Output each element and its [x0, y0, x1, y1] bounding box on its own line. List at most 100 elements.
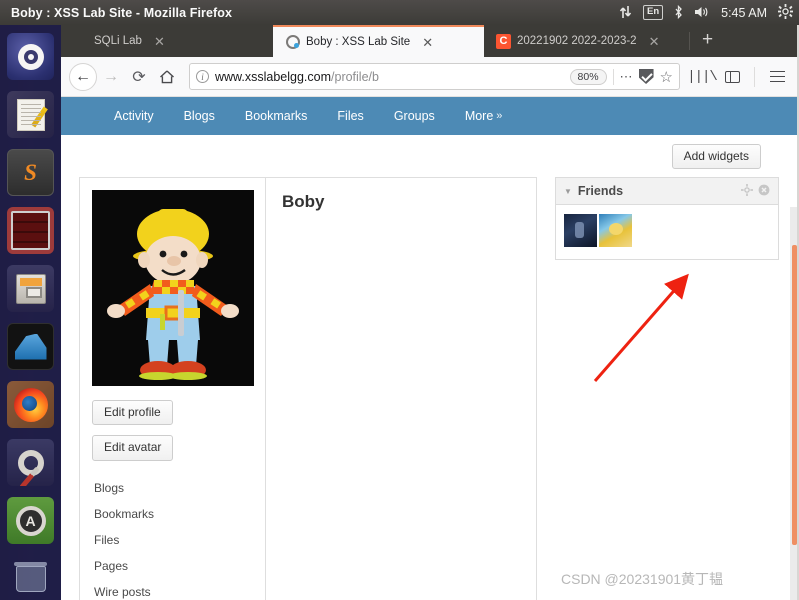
profile-link-bookmarks[interactable]: Bookmarks — [92, 501, 253, 527]
back-button[interactable]: ← — [69, 62, 97, 91]
add-widgets-row: Add widgets — [79, 135, 781, 170]
launcher-item-ubuntu-dash[interactable] — [7, 33, 54, 80]
sitenav-activity[interactable]: Activity — [99, 109, 169, 123]
profile-link-wire-posts[interactable]: Wire posts — [92, 579, 253, 600]
url-path: /profile/b — [331, 69, 379, 84]
profile-sidebar: Edit profile Edit avatar Blogs Bookmarks… — [79, 177, 265, 600]
launcher-item-firefox[interactable] — [7, 381, 54, 428]
page-title: Boby — [282, 192, 325, 212]
avatar[interactable] — [92, 190, 254, 387]
sitenav-more-label: More — [464, 109, 494, 123]
network-updown-icon[interactable] — [619, 5, 632, 21]
chevron-right-icon: » — [496, 110, 503, 122]
ellipsis-icon[interactable]: ⋯ — [620, 69, 633, 85]
launcher-item-sublime-text[interactable]: S — [7, 149, 54, 196]
page-body: Add widgets Edit profile Edit avatar Blo… — [61, 135, 799, 600]
url-host: www.xsslabelgg.com — [215, 69, 332, 84]
tab-divider — [689, 32, 690, 50]
unity-launcher: S A — [0, 25, 61, 600]
launcher-item-trash[interactable] — [7, 555, 54, 600]
gear-icon[interactable] — [778, 4, 793, 21]
system-clock[interactable]: 5:45 AM — [721, 6, 767, 20]
new-tab-button[interactable]: + — [692, 30, 723, 52]
launcher-item-wireshark[interactable] — [7, 323, 54, 370]
launcher-item-text-editor[interactable] — [7, 91, 54, 138]
launcher-item-terminal[interactable] — [7, 207, 54, 254]
keyboard-language-indicator[interactable]: En — [642, 5, 664, 20]
close-circle-icon[interactable] — [758, 184, 770, 199]
profile-columns: Edit profile Edit avatar Blogs Bookmarks… — [79, 169, 781, 600]
profile-main: Boby — [265, 177, 537, 600]
friends-widget-title: Friends — [577, 184, 624, 199]
window-title: Boby : XSS Lab Site - Mozilla Firefox — [11, 5, 233, 20]
zoom-level-badge[interactable]: 80% — [569, 68, 607, 85]
firefox-window: SQLi Lab ✕ Boby : XSS Lab Site ✕ C 20221… — [61, 25, 799, 600]
tab-csdn-blog[interactable]: C 20221902 2022-2023-2 ✕ — [484, 25, 687, 57]
gear-icon[interactable] — [741, 183, 753, 199]
chevron-down-icon[interactable]: ▼ — [564, 187, 572, 196]
tab-close-icon[interactable]: ✕ — [422, 36, 433, 49]
wireshark-icon — [14, 333, 47, 360]
friends-widget: ▼ Friends — [555, 177, 779, 261]
profile-links: Blogs Bookmarks Files Pages Wire posts — [92, 475, 253, 600]
site-navigation: Activity Blogs Bookmarks Files Groups Mo… — [61, 97, 799, 135]
volume-icon[interactable] — [694, 5, 710, 21]
sitenav-blogs[interactable]: Blogs — [169, 109, 230, 123]
tab-strip: SQLi Lab ✕ Boby : XSS Lab Site ✕ C 20221… — [61, 25, 799, 57]
friend-avatar[interactable] — [599, 214, 632, 248]
profile-link-pages[interactable]: Pages — [92, 553, 253, 579]
tab-favicon-placeholder — [73, 34, 88, 49]
tab-label: Boby : XSS Lab Site — [306, 36, 411, 48]
files-icon — [15, 273, 46, 304]
screen: Boby : XSS Lab Site - Mozilla Firefox En… — [0, 0, 799, 600]
tab-close-icon[interactable]: ✕ — [154, 35, 165, 48]
bluetooth-icon[interactable] — [674, 4, 683, 21]
trash-icon — [15, 565, 46, 592]
web-page-viewport: Activity Blogs Bookmarks Files Groups Mo… — [61, 97, 799, 600]
tab-label: SQLi Lab — [94, 35, 142, 47]
forward-button[interactable]: → — [97, 63, 125, 91]
shield-icon[interactable] — [638, 69, 654, 84]
browser-toolbar: ← → ⟳ i www.xsslabelgg.com/profile/b 80%… — [61, 57, 799, 97]
sitenav-files[interactable]: Files — [322, 109, 378, 123]
reload-button[interactable]: ⟳ — [125, 63, 153, 91]
hamburger-menu-icon[interactable] — [763, 63, 791, 91]
system-tray: En 5:45 AM — [619, 0, 793, 25]
sidebar-icon[interactable] — [718, 63, 746, 91]
terminal-icon — [11, 211, 50, 250]
tab-sqli-lab[interactable]: SQLi Lab ✕ — [61, 25, 273, 57]
profile-link-files[interactable]: Files — [92, 527, 253, 553]
sitenav-groups[interactable]: Groups — [379, 109, 450, 123]
window-titlebar: Boby : XSS Lab Site - Mozilla Firefox En… — [0, 0, 799, 25]
friends-list — [556, 205, 778, 259]
profile-link-blogs[interactable]: Blogs — [92, 475, 253, 501]
launcher-item-files[interactable] — [7, 265, 54, 312]
firefox-icon — [13, 387, 48, 422]
settings-gear-icon — [17, 449, 44, 486]
launcher-item-system-settings[interactable] — [7, 439, 54, 486]
add-widgets-button[interactable]: Add widgets — [671, 144, 761, 170]
info-icon[interactable]: i — [196, 70, 209, 83]
tab-close-icon[interactable]: ✕ — [649, 35, 660, 48]
star-icon[interactable]: ☆ — [660, 68, 673, 86]
edit-avatar-button[interactable]: Edit avatar — [92, 435, 174, 461]
url-text: www.xsslabelgg.com/profile/b — [215, 70, 564, 84]
library-icon[interactable]: |||\ — [687, 63, 718, 91]
watermark: CSDN @20231901黄丁韫 — [561, 571, 724, 587]
address-bar[interactable]: i www.xsslabelgg.com/profile/b 80% ⋯ ☆ — [189, 63, 680, 90]
toolbar-right: |||\ — [687, 63, 791, 91]
edit-profile-button[interactable]: Edit profile — [92, 400, 173, 426]
software-updater-icon: A — [15, 505, 46, 536]
csdn-icon: C — [496, 33, 511, 49]
tab-label: 20221902 2022-2023-2 — [517, 35, 637, 47]
friends-widget-header[interactable]: ▼ Friends — [556, 178, 778, 206]
sitenav-bookmarks[interactable]: Bookmarks — [230, 109, 323, 123]
sitenav-more[interactable]: More » — [450, 109, 518, 123]
tab-boby-xss-lab-site[interactable]: Boby : XSS Lab Site ✕ — [273, 25, 484, 57]
text-editor-icon — [16, 98, 48, 131]
home-button[interactable] — [153, 63, 181, 91]
friend-avatar[interactable] — [564, 214, 597, 248]
elgg-icon — [285, 35, 300, 50]
launcher-item-software-updater[interactable]: A — [7, 497, 54, 544]
widgets-column: ▼ Friends — [555, 177, 779, 600]
